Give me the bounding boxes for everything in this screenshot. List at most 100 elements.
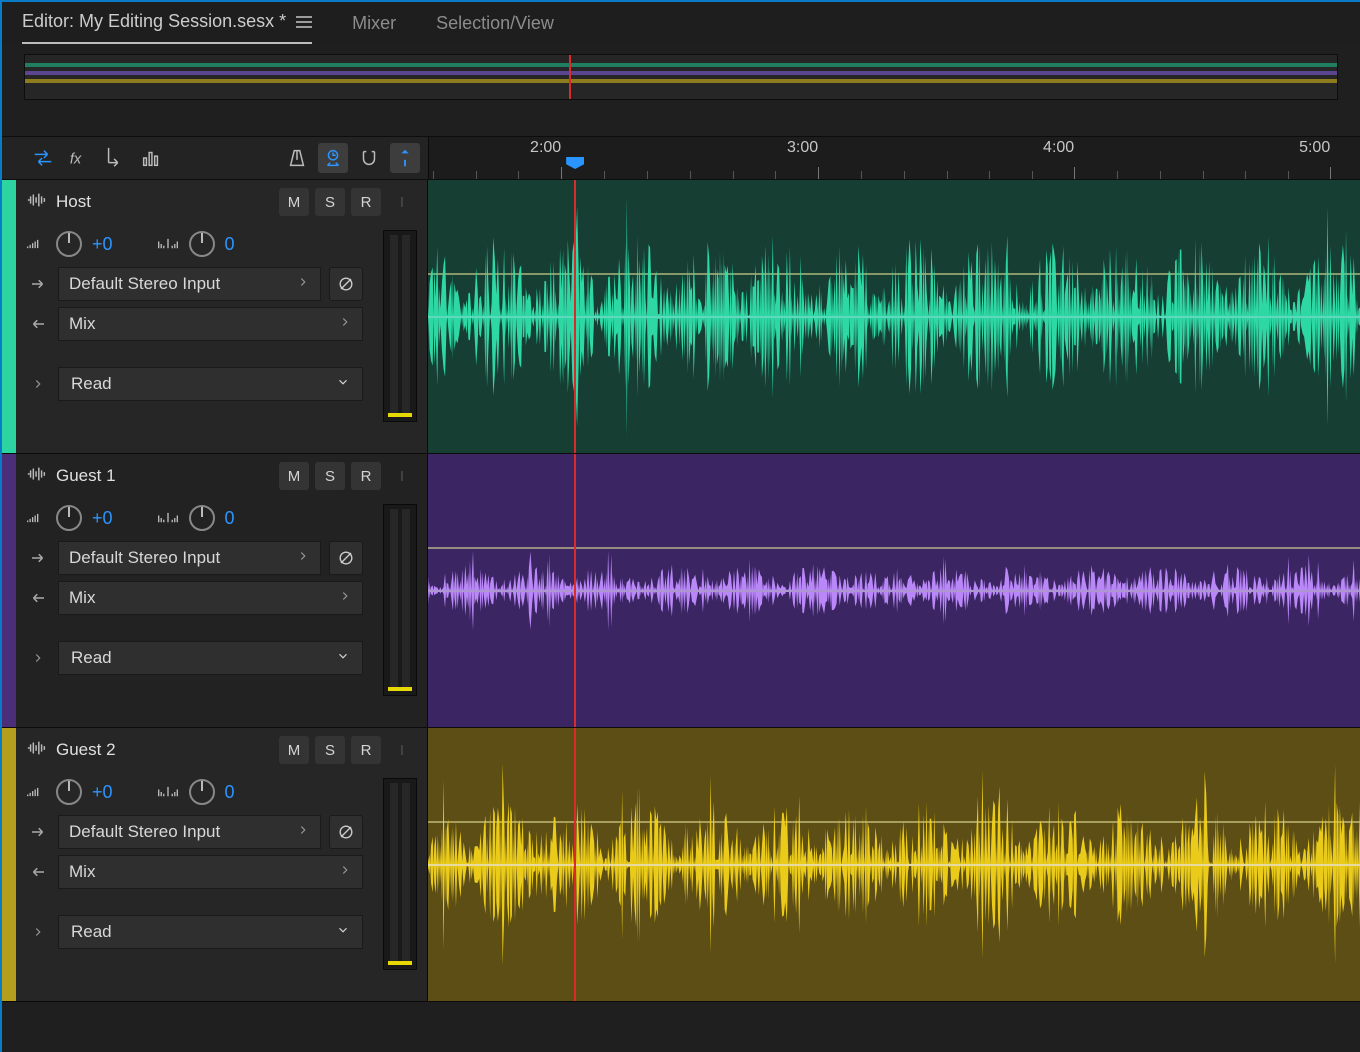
track-panel-toolbar: fx bbox=[2, 137, 428, 179]
pan-value[interactable]: 0 bbox=[225, 782, 235, 803]
tab-mixer[interactable]: Mixer bbox=[352, 7, 396, 44]
metronome-icon[interactable] bbox=[282, 143, 312, 173]
solo-button[interactable]: S bbox=[315, 188, 345, 216]
input-arrow-icon bbox=[26, 275, 50, 293]
panel-menu-icon[interactable] bbox=[296, 16, 312, 28]
volume-value[interactable]: +0 bbox=[92, 234, 113, 255]
playhead-handle[interactable] bbox=[566, 157, 584, 169]
clip-zero-line bbox=[428, 590, 1360, 592]
volume-icon bbox=[26, 237, 46, 251]
track-color-indicator bbox=[2, 454, 16, 727]
output-arrow-icon bbox=[26, 589, 50, 607]
volume-value[interactable]: +0 bbox=[92, 782, 113, 803]
playhead-line[interactable] bbox=[574, 180, 576, 453]
volume-value[interactable]: +0 bbox=[92, 508, 113, 529]
playhead-line[interactable] bbox=[574, 728, 576, 1001]
inputs-outputs-icon[interactable] bbox=[28, 143, 58, 173]
waveform-icon bbox=[26, 192, 48, 213]
pan-value[interactable]: 0 bbox=[225, 234, 235, 255]
pan-value[interactable]: 0 bbox=[225, 508, 235, 529]
level-meter bbox=[383, 230, 417, 422]
tab-editor[interactable]: Editor: My Editing Session.sesx * bbox=[22, 5, 312, 44]
track-name[interactable]: Guest 1 bbox=[56, 466, 271, 486]
pan-knob[interactable] bbox=[189, 779, 215, 805]
pan-icon bbox=[157, 237, 179, 251]
pan-knob[interactable] bbox=[189, 231, 215, 257]
input-monitor-button[interactable]: I bbox=[387, 188, 417, 216]
fx-icon[interactable]: fx bbox=[64, 143, 94, 173]
chevron-right-icon bbox=[338, 314, 352, 334]
expand-icon[interactable] bbox=[26, 651, 50, 665]
solo-button[interactable]: S bbox=[315, 462, 345, 490]
phase-invert-button[interactable] bbox=[329, 541, 363, 575]
track-header-panel: Guest 1 MSRI +0 0 Default Stereo Input Mix Rea… bbox=[16, 454, 428, 727]
automation-mode-select[interactable]: Read bbox=[58, 915, 363, 949]
output-select[interactable]: Mix bbox=[58, 581, 363, 615]
clip-lane[interactable] bbox=[428, 454, 1360, 727]
automation-mode-select[interactable]: Read bbox=[58, 367, 363, 401]
clip-lane[interactable] bbox=[428, 728, 1360, 1001]
expand-icon[interactable] bbox=[26, 925, 50, 939]
tab-editor-prefix: Editor: bbox=[22, 11, 79, 31]
volume-icon bbox=[26, 785, 46, 799]
audio-clip[interactable] bbox=[428, 180, 1360, 453]
clip-zero-line bbox=[428, 864, 1360, 866]
input-select[interactable]: Default Stereo Input bbox=[58, 815, 321, 849]
chevron-right-icon bbox=[296, 822, 310, 842]
expand-icon[interactable] bbox=[26, 377, 50, 391]
volume-knob[interactable] bbox=[56, 505, 82, 531]
snap-icon[interactable] bbox=[354, 143, 384, 173]
input-monitor-button[interactable]: I bbox=[387, 462, 417, 490]
output-select[interactable]: Mix bbox=[58, 307, 363, 341]
track-header-panel: Host MSRI +0 0 Default Stereo Input Mix Read bbox=[16, 180, 428, 453]
volume-knob[interactable] bbox=[56, 231, 82, 257]
input-select[interactable]: Default Stereo Input bbox=[58, 541, 321, 575]
clock-zoom-icon[interactable] bbox=[318, 143, 348, 173]
sends-icon[interactable] bbox=[100, 143, 130, 173]
tab-selection-view[interactable]: Selection/View bbox=[436, 7, 554, 44]
panel-tabs: Editor: My Editing Session.sesx * Mixer … bbox=[2, 2, 1360, 44]
track-color-indicator bbox=[2, 180, 16, 453]
eq-icon[interactable] bbox=[136, 143, 166, 173]
tracks-area: HostMSRI+00Default Stereo InputMixReadGu… bbox=[2, 180, 1360, 1002]
record-arm-button[interactable]: R bbox=[351, 188, 381, 216]
overview-playhead[interactable] bbox=[569, 55, 571, 99]
mute-button[interactable]: M bbox=[279, 462, 309, 490]
solo-button[interactable]: S bbox=[315, 736, 345, 764]
chevron-right-icon bbox=[338, 588, 352, 608]
record-arm-button[interactable]: R bbox=[351, 462, 381, 490]
playhead-return-icon[interactable] bbox=[390, 143, 420, 173]
phase-invert-button[interactable] bbox=[329, 267, 363, 301]
toolbar-row: fx 2:003:004:005:00 bbox=[2, 136, 1360, 180]
audio-clip[interactable] bbox=[428, 454, 1360, 727]
chevron-down-icon bbox=[336, 922, 350, 942]
automation-mode-select[interactable]: Read bbox=[58, 641, 363, 675]
tab-editor-filename: My Editing Session.sesx * bbox=[79, 11, 286, 31]
waveform-icon bbox=[26, 740, 48, 761]
input-monitor-button[interactable]: I bbox=[387, 736, 417, 764]
level-meter bbox=[383, 504, 417, 696]
track-name[interactable]: Host bbox=[56, 192, 271, 212]
record-arm-button[interactable]: R bbox=[351, 736, 381, 764]
mute-button[interactable]: M bbox=[279, 188, 309, 216]
pan-knob[interactable] bbox=[189, 505, 215, 531]
output-select[interactable]: Mix bbox=[58, 855, 363, 889]
session-overview[interactable] bbox=[24, 54, 1338, 100]
chevron-right-icon bbox=[296, 274, 310, 294]
input-select[interactable]: Default Stereo Input bbox=[58, 267, 321, 301]
input-arrow-icon bbox=[26, 549, 50, 567]
waveform-icon bbox=[26, 466, 48, 487]
track-host: Host MSRI +0 0 Default Stereo Input Mix Read bbox=[2, 180, 1360, 454]
volume-knob[interactable] bbox=[56, 779, 82, 805]
playhead-line[interactable] bbox=[574, 454, 576, 727]
audio-clip[interactable] bbox=[428, 728, 1360, 1001]
output-arrow-icon bbox=[26, 863, 50, 881]
mute-button[interactable]: M bbox=[279, 736, 309, 764]
chevron-right-icon bbox=[338, 862, 352, 882]
pan-icon bbox=[157, 785, 179, 799]
clip-lane[interactable] bbox=[428, 180, 1360, 453]
track-name[interactable]: Guest 2 bbox=[56, 740, 271, 760]
phase-invert-button[interactable] bbox=[329, 815, 363, 849]
svg-text:fx: fx bbox=[70, 152, 82, 168]
time-ruler[interactable]: 2:003:004:005:00 bbox=[428, 137, 1360, 179]
